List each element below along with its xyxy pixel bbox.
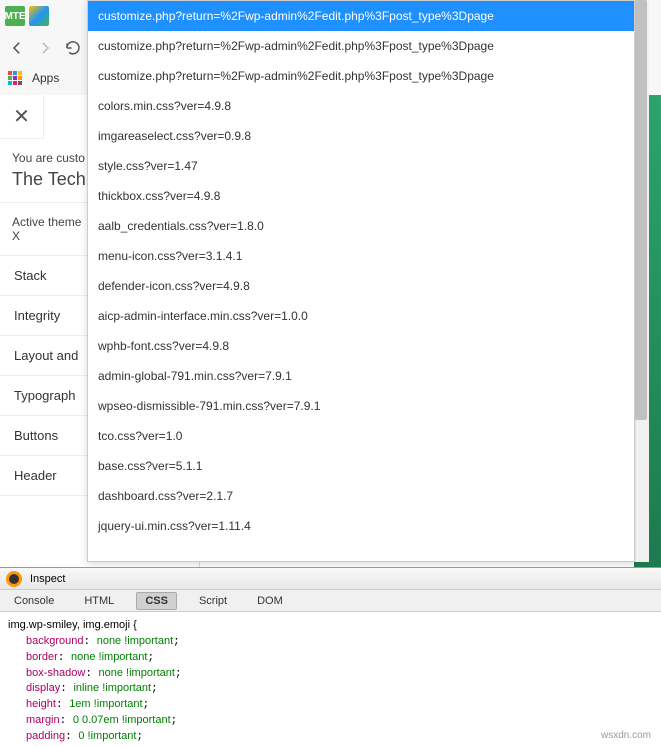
apps-icon[interactable] (8, 71, 22, 85)
css-file-option[interactable]: menu-icon.css?ver=3.1.4.1 (88, 241, 634, 271)
reload-icon[interactable] (64, 39, 82, 57)
css-file-option[interactable]: customize.php?return=%2Fwp-admin%2Fedit.… (88, 1, 634, 31)
forward-icon[interactable] (36, 39, 54, 57)
css-file-option[interactable]: style.css?ver=1.47 (88, 151, 634, 181)
css-file-option[interactable]: colors.min.css?ver=4.9.8 (88, 91, 634, 121)
devtools-tabs: Console HTML CSS Script DOM (0, 590, 661, 612)
devtools-toolbar: Inspect (0, 568, 661, 590)
css-file-option[interactable]: customize.php?return=%2Fwp-admin%2Fedit.… (88, 61, 634, 91)
css-file-option[interactable]: imgareaselect.css?ver=0.9.8 (88, 121, 634, 151)
css-file-option[interactable]: wpseo-dismissible-791.min.css?ver=7.9.1 (88, 391, 634, 421)
devtools-panel: Inspect Console HTML CSS Script DOM img.wp-s… (0, 567, 661, 747)
devtools-tab-css[interactable]: CSS (136, 592, 177, 610)
scrollbar-track (635, 0, 649, 562)
devtools-tab-html[interactable]: HTML (76, 593, 122, 609)
css-file-option[interactable]: jquery-ui.min.css?ver=1.11.4 (88, 511, 634, 541)
css-file-option[interactable]: wphb-font.css?ver=4.9.8 (88, 331, 634, 361)
css-file-option[interactable]: defender-icon.css?ver=4.9.8 (88, 271, 634, 301)
back-icon[interactable] (8, 39, 26, 57)
tab-favicon-mte[interactable]: MTE (5, 6, 25, 26)
scrollbar-thumb[interactable] (635, 0, 647, 420)
apps-label[interactable]: Apps (32, 71, 59, 85)
firebug-icon[interactable] (6, 571, 22, 587)
css-file-option[interactable]: aicp-admin-interface.min.css?ver=1.0.0 (88, 301, 634, 331)
css-file-dropdown[interactable]: customize.php?return=%2Fwp-admin%2Fedit.… (87, 0, 635, 562)
css-file-option[interactable]: thickbox.css?ver=4.9.8 (88, 181, 634, 211)
devtools-tab-dom[interactable]: DOM (249, 593, 291, 609)
inspect-button[interactable]: Inspect (30, 573, 65, 585)
css-file-option[interactable]: tco.css?ver=1.0 (88, 421, 634, 451)
devtools-tab-script[interactable]: Script (191, 593, 235, 609)
css-code-panel[interactable]: img.wp-smiley, img.emoji {background: no… (0, 612, 661, 747)
css-file-option[interactable]: dashboard.css?ver=2.1.7 (88, 481, 634, 511)
watermark: wsxdn.com (601, 730, 651, 741)
css-file-option[interactable]: admin-global-791.min.css?ver=7.9.1 (88, 361, 634, 391)
tab-favicon-drive[interactable] (29, 6, 49, 26)
devtools-tab-console[interactable]: Console (6, 593, 62, 609)
css-file-option[interactable]: customize.php?return=%2Fwp-admin%2Fedit.… (88, 31, 634, 61)
css-file-option[interactable]: base.css?ver=5.1.1 (88, 451, 634, 481)
css-file-option[interactable]: aalb_credentials.css?ver=1.8.0 (88, 211, 634, 241)
close-customizer-button[interactable]: ✕ (0, 95, 44, 139)
